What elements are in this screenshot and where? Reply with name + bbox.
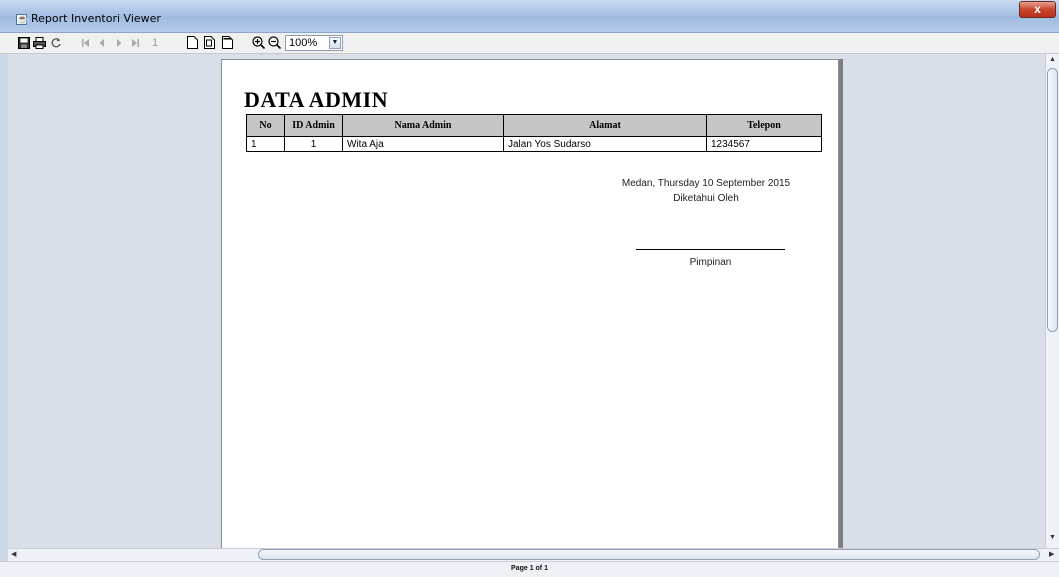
- signature-name: Pimpinan: [689, 257, 732, 268]
- fit-width-icon[interactable]: [221, 36, 234, 49]
- scroll-left-icon[interactable]: ◀: [11, 550, 16, 558]
- table-row: 1 1 Wita Aja Jalan Yos Sudarso 1234567: [246, 136, 822, 152]
- admin-table: No ID Admin Nama Admin Alamat Telepon 1 …: [246, 114, 822, 152]
- scrollbar-corner: ▶: [1045, 548, 1059, 561]
- cell-no: 1: [246, 136, 285, 152]
- cell-nama-admin: Wita Aja: [342, 136, 504, 152]
- fit-page-icon[interactable]: [203, 36, 216, 49]
- column-header-id-admin: ID Admin: [284, 114, 343, 137]
- left-frame: [0, 54, 8, 561]
- zoom-in-icon[interactable]: [252, 36, 265, 49]
- java-app-icon: ☕: [16, 14, 29, 25]
- report-page: DATA ADMIN No ID Admin Nama Admin Alamat…: [221, 59, 839, 548]
- signature-known-by: Diketahui Oleh: [673, 193, 739, 204]
- cell-id-admin: 1: [284, 136, 343, 152]
- title-bar: ☕ Report Inventori Viewer x: [0, 0, 1059, 33]
- horizontal-scroll-thumb[interactable]: [258, 549, 1040, 560]
- signature-line: [636, 249, 785, 250]
- scroll-right-icon[interactable]: ▶: [1049, 550, 1054, 558]
- cell-telepon: 1234567: [706, 136, 822, 152]
- report-title: DATA ADMIN: [244, 87, 389, 112]
- status-bar: Page 1 of 1: [0, 561, 1059, 577]
- last-page-icon[interactable]: [128, 36, 141, 49]
- next-page-icon[interactable]: [112, 36, 125, 49]
- reload-icon[interactable]: [49, 36, 62, 49]
- print-icon[interactable]: [33, 36, 46, 49]
- cell-alamat: Jalan Yos Sudarso: [503, 136, 707, 152]
- save-icon[interactable]: [17, 36, 30, 49]
- report-viewer: DATA ADMIN No ID Admin Nama Admin Alamat…: [8, 54, 1045, 548]
- scroll-down-icon[interactable]: ▼: [1049, 534, 1056, 541]
- previous-page-icon[interactable]: [95, 36, 108, 49]
- column-header-nama-admin: Nama Admin: [342, 114, 504, 137]
- vertical-scroll-thumb[interactable]: [1047, 68, 1058, 332]
- zoom-value: 100%: [289, 37, 318, 49]
- window-title: Report Inventori Viewer: [31, 12, 161, 25]
- close-button[interactable]: x: [1019, 1, 1056, 18]
- chevron-down-icon[interactable]: ▼: [329, 37, 341, 49]
- zoom-select[interactable]: 100% ▼: [285, 35, 343, 51]
- first-page-icon[interactable]: [79, 36, 92, 49]
- horizontal-scrollbar[interactable]: ◀: [8, 548, 1045, 561]
- zoom-out-icon[interactable]: [268, 36, 281, 49]
- scroll-up-icon[interactable]: ▲: [1049, 56, 1056, 63]
- page-info: Page 1 of 1: [511, 565, 548, 572]
- actual-size-icon[interactable]: [186, 36, 199, 49]
- vertical-scrollbar[interactable]: ▲ ▼: [1045, 54, 1059, 548]
- page-number-field[interactable]: 1: [146, 36, 178, 51]
- signature-place-date: Medan, Thursday 10 September 2015: [621, 178, 791, 189]
- table-header-row: No ID Admin Nama Admin Alamat Telepon: [246, 114, 822, 137]
- column-header-telepon: Telepon: [706, 114, 822, 137]
- column-header-no: No: [246, 114, 285, 137]
- column-header-alamat: Alamat: [503, 114, 707, 137]
